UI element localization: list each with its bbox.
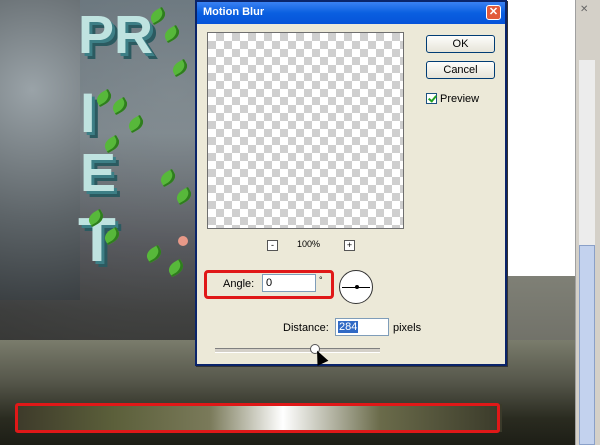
leaf-decoration	[94, 88, 114, 108]
cancel-button[interactable]: Cancel	[426, 61, 495, 79]
artwork-letter: I	[80, 81, 96, 144]
rock-texture	[0, 0, 80, 300]
dialog-title: Motion Blur	[203, 6, 265, 18]
close-button[interactable]: ✕	[486, 5, 501, 20]
distance-label: Distance:	[283, 322, 329, 334]
leaf-decoration	[162, 24, 182, 44]
angle-dial-center	[355, 285, 359, 289]
leaf-decoration	[144, 244, 164, 264]
leaf-decoration	[166, 258, 186, 278]
close-icon: ✕	[488, 6, 499, 18]
highlight-box-angle	[204, 270, 334, 299]
close-icon[interactable]: ✕	[580, 4, 588, 15]
motion-blur-dialog: Motion Blur ✕ - 100% + OK Cancel Preview…	[195, 0, 507, 366]
dialog-titlebar[interactable]: Motion Blur ✕	[197, 2, 505, 24]
artwork-letter: PR	[78, 5, 154, 65]
preview-canvas[interactable]	[207, 32, 404, 229]
preview-label: Preview	[440, 93, 480, 105]
flower-decoration	[178, 236, 188, 246]
leaf-decoration	[170, 58, 190, 78]
zoom-in-button[interactable]: +	[344, 240, 355, 251]
zoom-level: 100%	[297, 239, 321, 249]
highlight-box-blur-strip	[15, 403, 500, 433]
leaf-decoration	[174, 186, 194, 206]
distance-value: 284	[338, 321, 359, 333]
zoom-out-button[interactable]: -	[267, 240, 278, 251]
distance-slider[interactable]	[215, 348, 380, 353]
scrollbar-thumb[interactable]	[579, 245, 595, 445]
leaf-decoration	[110, 96, 130, 116]
side-panel: ✕	[575, 0, 600, 445]
angle-dial-icon[interactable]	[339, 270, 373, 304]
preview-checkbox-row[interactable]: Preview	[426, 93, 479, 105]
ok-button[interactable]: OK	[426, 35, 495, 53]
preview-checkbox[interactable]	[426, 93, 437, 104]
distance-input[interactable]: 284	[335, 318, 389, 336]
leaf-decoration	[126, 114, 146, 134]
leaf-decoration	[158, 168, 178, 188]
pixels-label: pixels	[393, 322, 422, 334]
